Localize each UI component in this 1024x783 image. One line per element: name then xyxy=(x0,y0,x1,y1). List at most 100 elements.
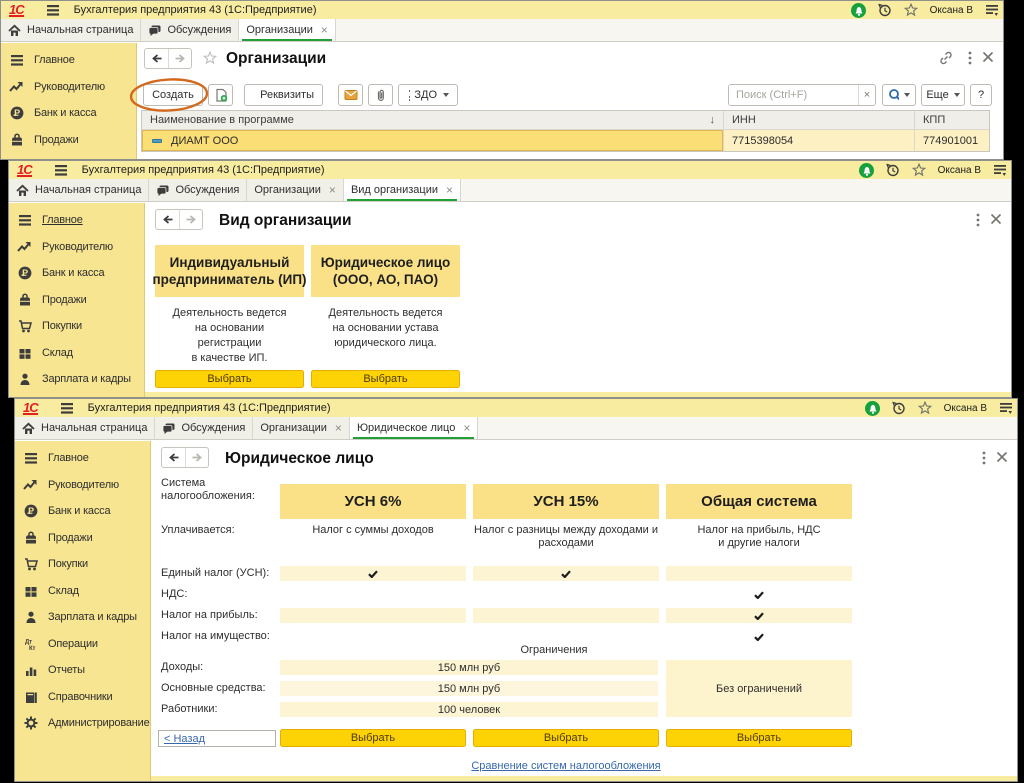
tab-home[interactable]: Начальная страница xyxy=(15,417,156,439)
sidebar-item-administration[interactable]: Администрирование xyxy=(15,710,150,737)
tab-legal-entity[interactable]: Юридическое лицо × xyxy=(349,417,479,439)
select-legal-button[interactable]: Выбрать xyxy=(311,370,460,388)
more-menu-icon[interactable] xyxy=(968,51,972,65)
current-user[interactable]: Оксана В xyxy=(938,165,981,176)
search-button[interactable] xyxy=(882,84,916,106)
sidebar-item-manager[interactable]: Руководителю xyxy=(9,234,144,261)
history-icon[interactable] xyxy=(878,3,892,18)
notifications-icon[interactable] xyxy=(850,2,866,18)
notifications-icon[interactable] xyxy=(858,162,874,178)
tab-organizations[interactable]: Организации × xyxy=(247,179,344,201)
sidebar-item-directories[interactable]: Справочники xyxy=(15,684,150,711)
sidebar-item-sales[interactable]: Продажи xyxy=(9,287,144,314)
forward-button[interactable] xyxy=(168,49,191,68)
sidebar-item-bank[interactable]: Банк и касса xyxy=(9,260,144,287)
favorites-star-icon[interactable] xyxy=(912,163,926,177)
tab-organizations[interactable]: Организации × xyxy=(239,19,336,41)
sidebar-item-manager[interactable]: Руководителю xyxy=(1,74,136,101)
select-ip-button[interactable]: Выбрать xyxy=(155,370,304,388)
attachment-button[interactable] xyxy=(368,84,393,106)
back-button[interactable] xyxy=(162,448,185,467)
tab-close-icon[interactable]: × xyxy=(463,422,470,434)
select-general-button[interactable]: Выбрать xyxy=(666,729,852,747)
sidebar-item-bank[interactable]: Банк и касса xyxy=(1,100,136,127)
favorite-star-icon[interactable] xyxy=(203,51,218,66)
tab-discussions[interactable]: Обсуждения xyxy=(155,417,254,439)
row-strip xyxy=(473,608,659,623)
more-menu-icon[interactable] xyxy=(982,451,986,465)
tab-organizations[interactable]: Организации × xyxy=(253,417,350,439)
forward-button[interactable] xyxy=(185,448,208,467)
org-kpp-cell[interactable]: 774901001 xyxy=(914,130,989,151)
table-header[interactable]: Наименование в программе ↓ ИНН КПП xyxy=(142,111,989,130)
table-row[interactable]: ДИАМТ ООО 7715398054 774901001 xyxy=(142,130,989,151)
sidebar-item-main[interactable]: Главное xyxy=(9,207,144,234)
history-icon[interactable] xyxy=(892,401,906,416)
tab-discussions[interactable]: Обсуждения xyxy=(141,19,240,41)
tab-home[interactable]: Начальная страница xyxy=(9,179,150,201)
current-user[interactable]: Оксана В xyxy=(930,5,973,16)
forward-button[interactable] xyxy=(179,210,202,229)
sidebar-item-reports[interactable]: Отчеты xyxy=(15,657,150,684)
sidebar-item-manager[interactable]: Руководителю xyxy=(15,472,150,499)
service-menu-icon[interactable] xyxy=(985,3,999,17)
main-menu-icon[interactable] xyxy=(54,163,68,177)
tab-discussions[interactable]: Обсуждения xyxy=(149,179,248,201)
back-button[interactable] xyxy=(156,210,179,229)
search-clear-icon[interactable]: × xyxy=(858,85,875,105)
column-kpp[interactable]: КПП xyxy=(914,111,989,129)
close-form-icon[interactable] xyxy=(996,451,1008,463)
column-inn[interactable]: ИНН xyxy=(723,111,914,129)
sidebar-item-main[interactable]: Главное xyxy=(1,47,136,74)
tab-close-icon[interactable]: × xyxy=(446,184,453,196)
tab-org-kind[interactable]: Вид организации × xyxy=(343,179,462,201)
create-button[interactable]: Создать xyxy=(143,84,203,106)
main-menu-icon[interactable] xyxy=(46,3,60,17)
favorites-star-icon[interactable] xyxy=(904,3,918,17)
close-form-icon[interactable] xyxy=(982,51,994,63)
more-menu-icon[interactable] xyxy=(976,213,980,227)
tab-close-icon[interactable]: × xyxy=(329,184,336,196)
sidebar-item-operations[interactable]: Операции xyxy=(15,631,150,658)
sidebar-item-purchases[interactable]: Покупки xyxy=(1,153,136,159)
select-usn6-button[interactable]: Выбрать xyxy=(280,729,466,747)
current-user[interactable]: Оксана В xyxy=(944,403,987,414)
tab-close-icon[interactable]: × xyxy=(321,24,328,36)
sidebar-item-salary[interactable]: Зарплата и кадры xyxy=(9,366,144,393)
notifications-icon[interactable] xyxy=(864,400,880,416)
tab-home[interactable]: Начальная страница xyxy=(1,19,142,41)
more-button[interactable]: Еще xyxy=(921,84,965,106)
sidebar-item-warehouse[interactable]: Склад xyxy=(9,340,144,367)
favorites-star-icon[interactable] xyxy=(918,401,932,415)
sidebar-item-purchases[interactable]: Покупки xyxy=(15,551,150,578)
service-menu-icon[interactable] xyxy=(993,163,1007,177)
help-button[interactable]: ? xyxy=(970,84,992,106)
history-icon[interactable] xyxy=(886,163,900,178)
close-form-icon[interactable] xyxy=(990,213,1002,225)
get-link-icon[interactable] xyxy=(939,51,953,65)
requisites-button[interactable]: Реквизиты xyxy=(244,84,323,106)
sidebar-item-warehouse[interactable]: Склад xyxy=(15,578,150,605)
email-button[interactable] xyxy=(338,84,363,106)
sidebar-item-salary[interactable]: Зарплата и кадры xyxy=(15,604,150,631)
page-title: Вид организации xyxy=(219,212,352,229)
sidebar-item-sales[interactable]: Продажи xyxy=(15,525,150,552)
check-general-nds xyxy=(666,587,852,602)
org-name-cell[interactable]: ДИАМТ ООО xyxy=(142,130,723,151)
main-menu-icon[interactable] xyxy=(60,401,74,415)
copy-button[interactable] xyxy=(208,84,233,106)
sidebar-item-purchases[interactable]: Покупки xyxy=(9,313,144,340)
search-input[interactable] xyxy=(729,85,858,105)
service-menu-icon[interactable] xyxy=(999,401,1013,415)
tab-close-icon[interactable]: × xyxy=(335,422,342,434)
column-name[interactable]: Наименование в программе ↓ xyxy=(142,111,723,129)
back-button[interactable] xyxy=(145,49,168,68)
sidebar-item-main[interactable]: Главное xyxy=(15,445,150,472)
org-inn-cell[interactable]: 7715398054 xyxy=(723,130,914,151)
compare-tax-systems-link[interactable]: Сравнение систем налогообложения xyxy=(471,760,660,772)
back-link[interactable]: < Назад xyxy=(164,733,205,745)
select-usn15-button[interactable]: Выбрать xyxy=(473,729,659,747)
sidebar-item-bank[interactable]: Банк и касса xyxy=(15,498,150,525)
edo-button[interactable]: ЗДО xyxy=(398,84,458,106)
sidebar-item-sales[interactable]: Продажи xyxy=(1,127,136,154)
